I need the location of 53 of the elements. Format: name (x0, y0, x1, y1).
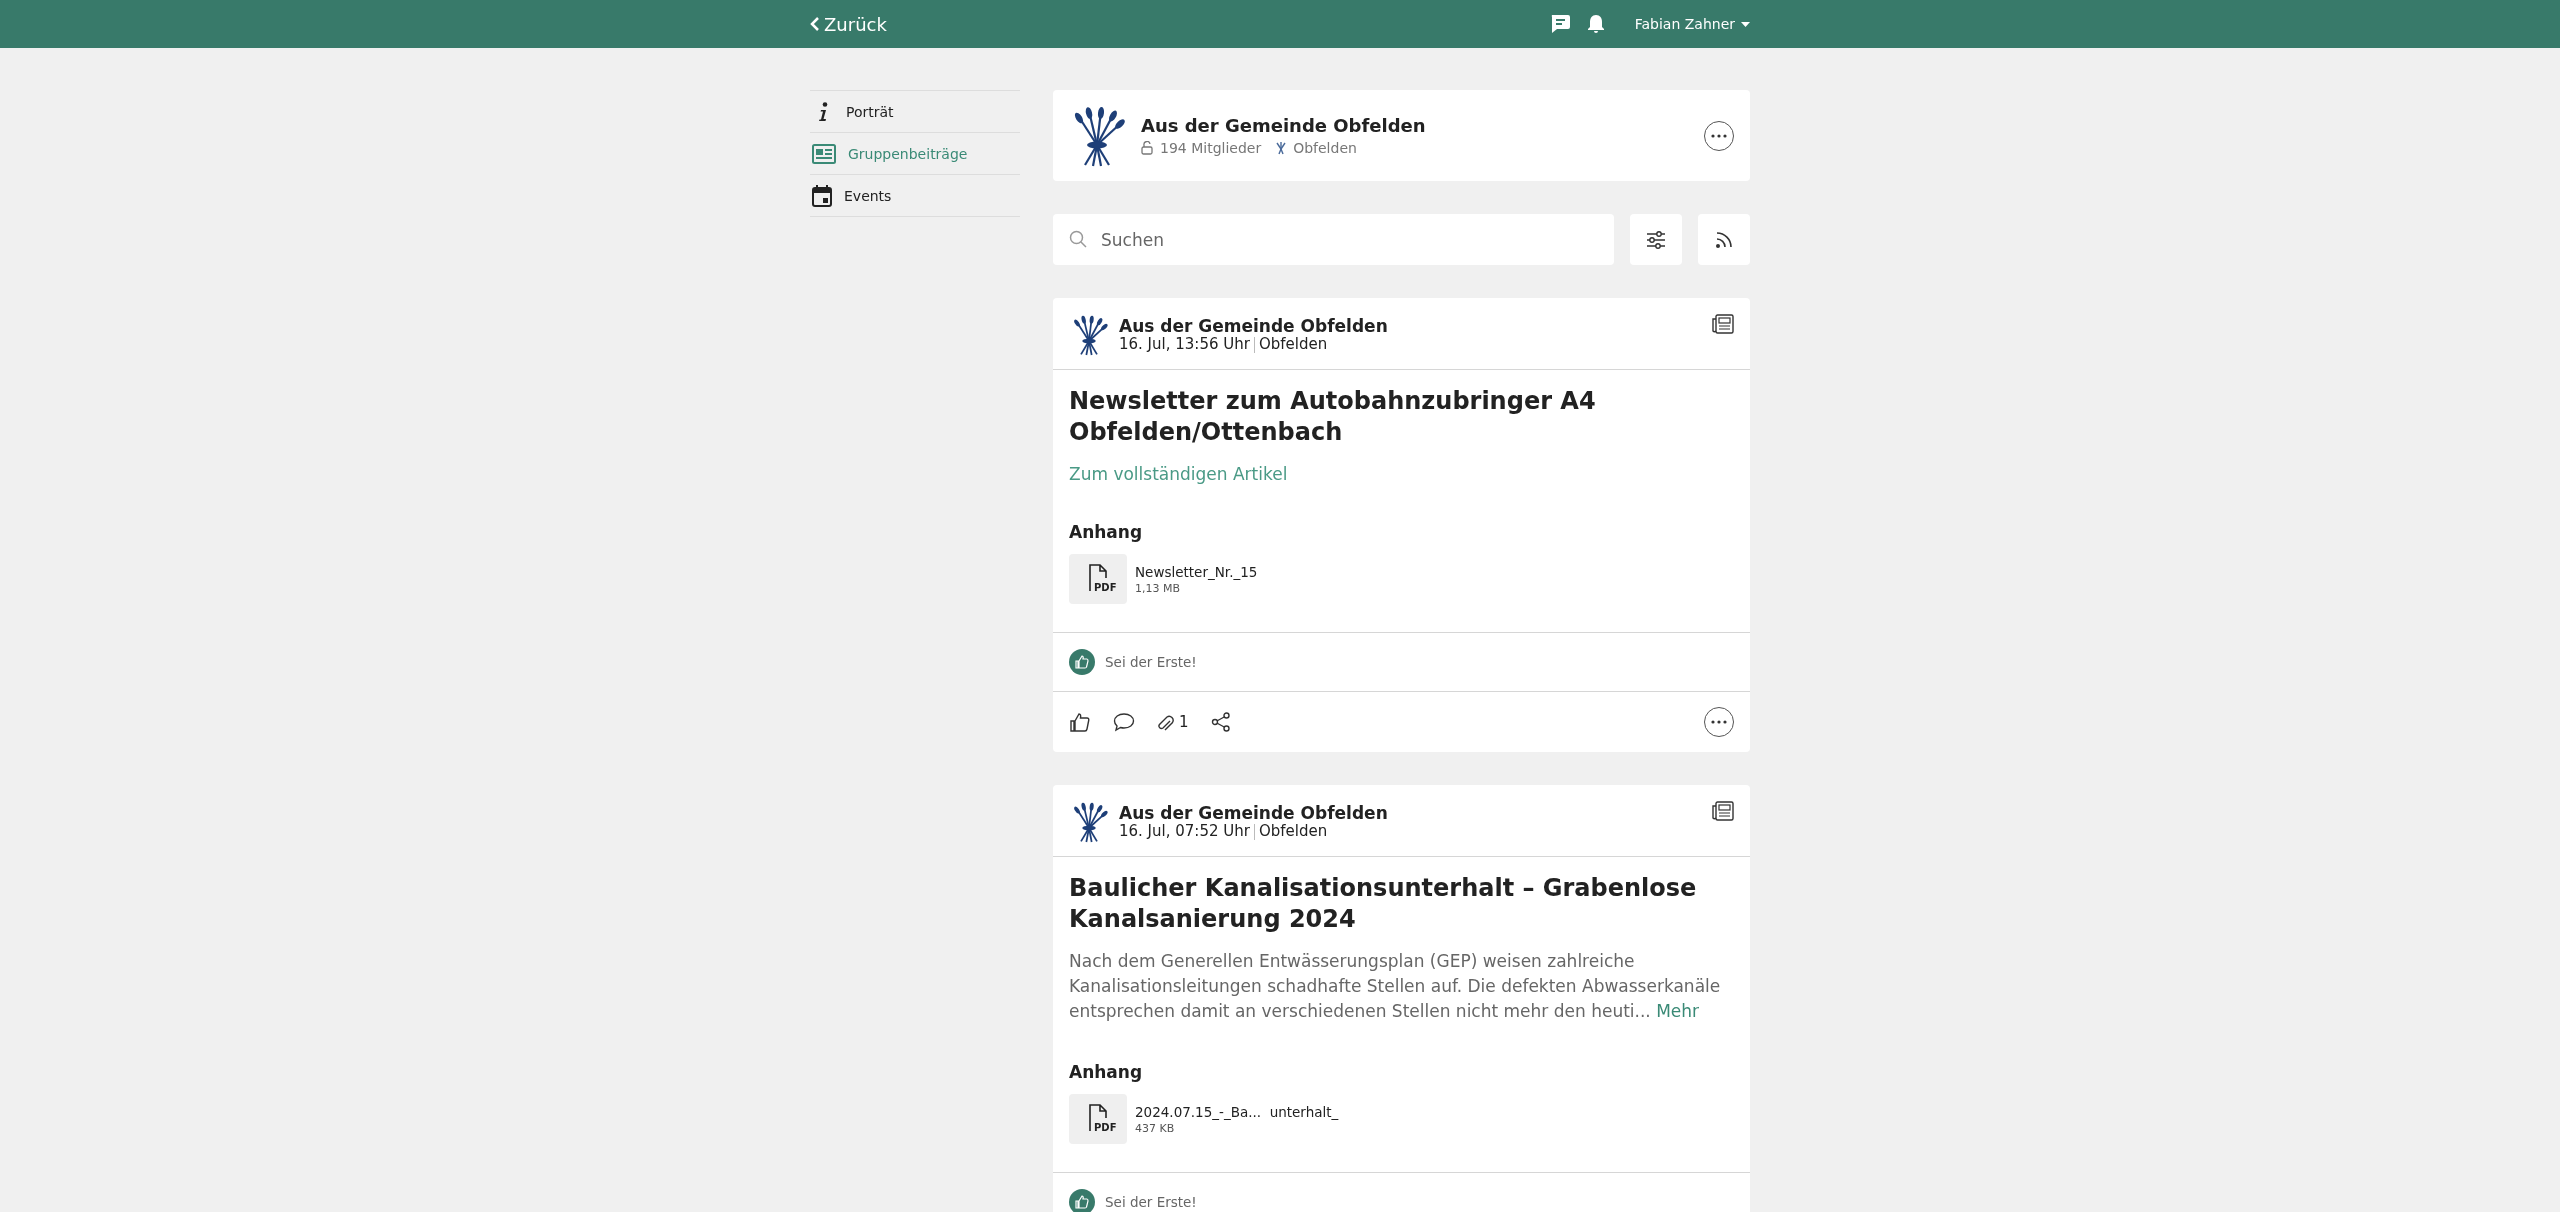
post-location: Obfelden (1258, 823, 1328, 841)
post-title: Newsletter zum Autobahnzubringer A4 Obfelden/Ottenbach (1069, 386, 1597, 448)
group-name: Aus der Gemeinde Obfelden (1141, 115, 1426, 136)
attachment-name[interactable]: 2024.07.15_-_Ba... unterhalt_ (1135, 1103, 1339, 1120)
sidebar-item[interactable]: Gruppenbeiträge (810, 133, 1020, 175)
bell-icon[interactable] (1586, 14, 1605, 34)
thumbs-up-badge-icon (1069, 649, 1095, 675)
calendar-icon (812, 184, 832, 207)
sliders-icon (1646, 229, 1666, 250)
file-type-label: PDF (1093, 1122, 1118, 1133)
more-options-button[interactable] (1704, 120, 1734, 151)
attachment-count[interactable]: 1 (1157, 712, 1189, 732)
newspaper-icon (812, 143, 836, 164)
post-author[interactable]: Aus der Gemeinde Obfelden (1119, 803, 1388, 824)
more-options-button[interactable] (1704, 707, 1734, 737)
post-date: 16. Jul, 13:56 Uhr (1119, 336, 1250, 354)
caret-icon (1741, 21, 1750, 27)
attachment-size: 437 KB (1135, 1121, 1176, 1135)
reactions-text: Sei der Erste! (1105, 1194, 1197, 1210)
search-field[interactable]: Suchen (1053, 214, 1614, 265)
unlocked-padlock-icon (1141, 141, 1153, 155)
more-link[interactable]: Mehr (1656, 1001, 1700, 1021)
post-date: 16. Jul, 07:52 Uhr (1119, 823, 1250, 841)
rss-feed-button[interactable] (1698, 214, 1750, 265)
newspaper-icon (1712, 801, 1734, 821)
filter-button[interactable] (1630, 214, 1682, 265)
post-author[interactable]: Aus der Gemeinde Obfelden (1119, 316, 1388, 337)
comment-icon[interactable] (1113, 712, 1135, 732)
share-icon[interactable] (1210, 712, 1231, 732)
reactions-text: Sei der Erste! (1105, 654, 1197, 670)
attachments-heading: Anhang (1069, 522, 1144, 542)
post-location: Obfelden (1258, 336, 1328, 354)
rss-icon (1715, 230, 1733, 249)
ellipsis-icon (1711, 720, 1727, 724)
file-thumbnail[interactable]: PDF (1069, 1094, 1127, 1144)
attachment-name[interactable]: Newsletter_Nr._15 (1135, 563, 1258, 580)
wheat-icon (1276, 141, 1287, 155)
back-link[interactable]: Zurück (810, 13, 887, 35)
file-thumbnail[interactable]: PDF (1069, 554, 1127, 604)
group-location: Obfelden (1293, 140, 1357, 156)
post-excerpt: Nach dem Generellen Entwässerungsplan (GEP) weisen zahlreiche Kanalisationsleitungen schadhafte Stellen auf. Die defekten Abwasserkanäle entsprechen damit an verschiedenen Stellen nicht mehr den heuti... Mehr (1069, 950, 1722, 1023)
newspaper-icon (1712, 314, 1734, 334)
thumbs-up-icon[interactable] (1069, 711, 1091, 733)
sidebar-item[interactable]: Porträt (810, 91, 1020, 133)
ellipsis-icon (1711, 133, 1727, 138)
file-type-label: PDF (1093, 582, 1118, 593)
post-title: Baulicher Kanalisationsunterhalt – Grabenlose Kanalsanierung 2024 (1069, 873, 1698, 935)
user-menu[interactable]: Fabian Zahner (1634, 16, 1750, 32)
attachment-size: 1,13 MB (1135, 581, 1182, 595)
member-count: 194 Mitglieder (1160, 140, 1262, 156)
sidebar-item[interactable]: Events (810, 175, 1020, 217)
chevron-left-icon (810, 16, 820, 32)
attachments-heading: Anhang (1069, 1062, 1144, 1082)
